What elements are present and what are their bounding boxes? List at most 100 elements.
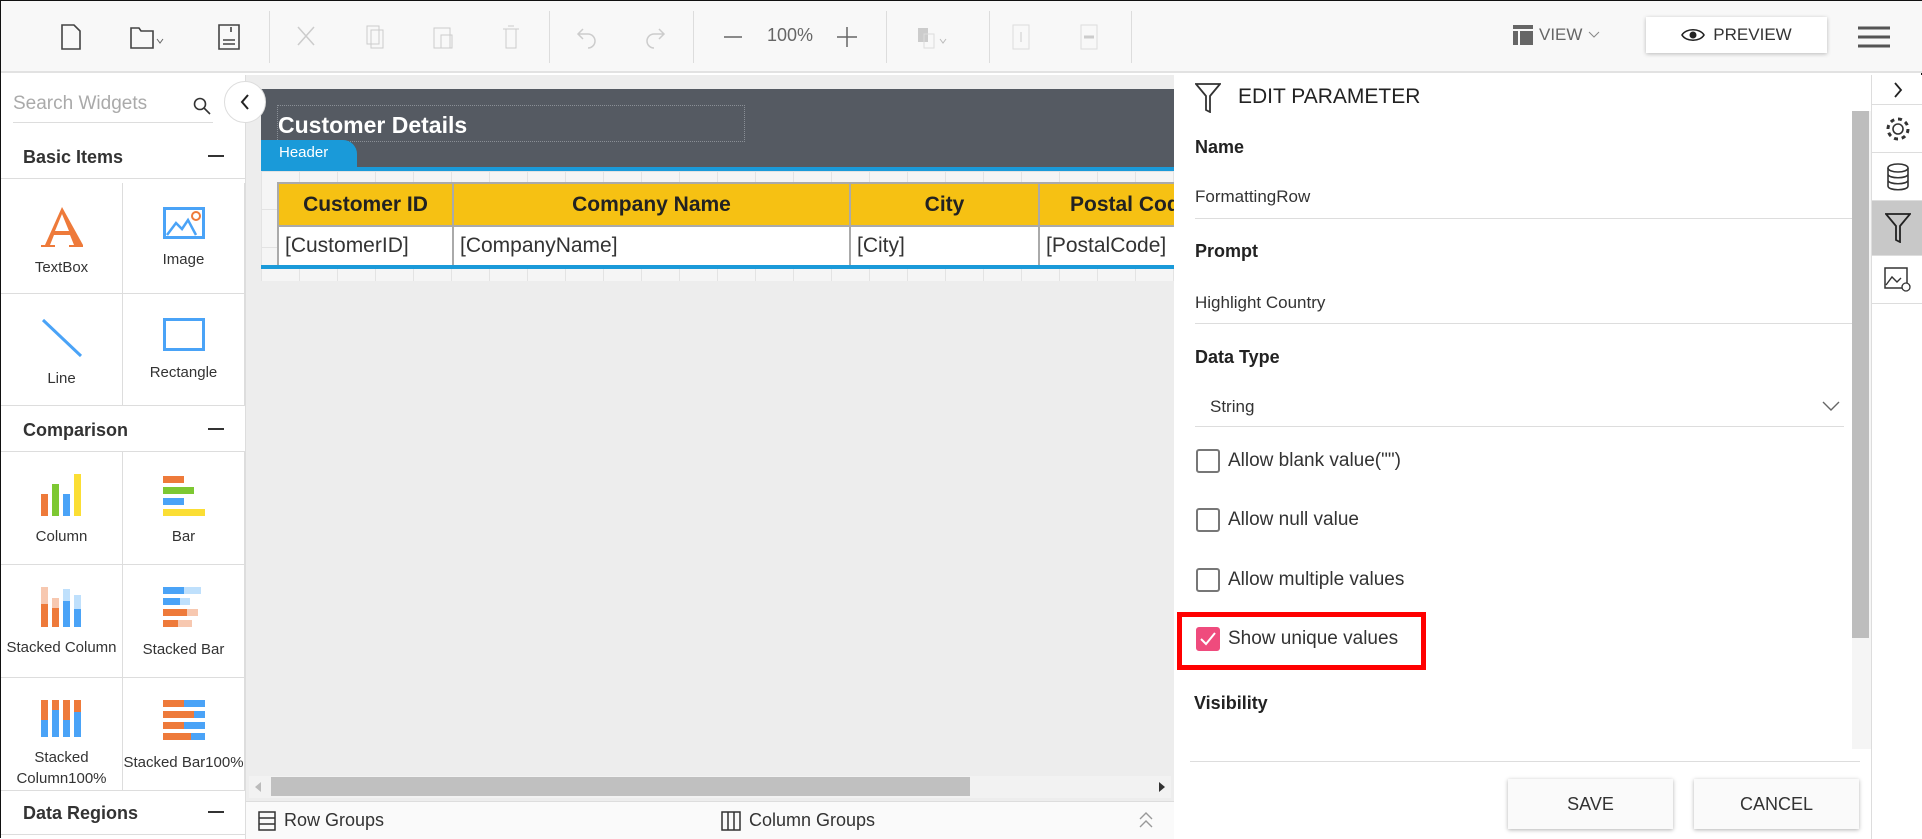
open-folder-icon[interactable]	[129, 19, 165, 55]
widget-stacked-column100[interactable]: Stacked Column100%	[1, 678, 123, 791]
widget-image[interactable]: Image	[123, 183, 245, 294]
prompt-input[interactable]: Highlight Country	[1195, 293, 1325, 313]
gear-icon	[1886, 117, 1910, 140]
checkbox[interactable]	[1196, 508, 1220, 532]
properties-tab[interactable]	[1872, 105, 1922, 153]
widget-rectangle[interactable]: Rectangle	[123, 294, 245, 406]
search-input[interactable]: Search Widgets	[13, 89, 213, 123]
data-tab[interactable]	[1872, 153, 1922, 201]
properties-strip	[1871, 75, 1922, 839]
collapse-sidebar-button[interactable]	[224, 81, 266, 123]
view-dropdown[interactable]: VIEW	[1513, 25, 1600, 45]
data-cell[interactable]: [PostalCode]	[1037, 225, 1194, 267]
widget-stacked-bar100[interactable]: Stacked Bar100%	[123, 678, 245, 791]
search-icon[interactable]	[193, 97, 211, 115]
undo-icon[interactable]	[569, 19, 605, 55]
column-groups-icon	[721, 810, 741, 831]
menu-icon[interactable]	[1854, 19, 1894, 55]
search-placeholder: Search Widgets	[13, 93, 148, 114]
widget-textbox[interactable]: TextBox	[1, 183, 123, 294]
row-groups-icon	[258, 810, 276, 831]
insert-row-icon[interactable]	[1003, 19, 1039, 55]
name-input[interactable]: FormattingRow	[1195, 187, 1310, 207]
save-icon[interactable]	[211, 19, 247, 55]
section-basic-items[interactable]: Basic Items	[1, 135, 246, 179]
widget-sidebar: Search Widgets Basic Items TextBox Image…	[1, 75, 246, 839]
zoom-in-icon[interactable]	[829, 19, 865, 55]
expand-up-icon[interactable]	[1139, 812, 1153, 828]
stacked-bar100-icon	[162, 700, 205, 740]
header-cell[interactable]: Company Name	[452, 182, 851, 227]
stacked-bar-icon	[162, 587, 201, 627]
header-cell[interactable]: City	[849, 182, 1040, 227]
image-manager-tab[interactable]	[1872, 256, 1922, 304]
section-title: Comparison	[23, 420, 129, 440]
preview-button[interactable]: PREVIEW	[1646, 17, 1827, 53]
header-cell[interactable]: Postal Code	[1037, 182, 1194, 227]
panel-title: EDIT PARAMETER	[1238, 85, 1421, 108]
visibility-label: Visibility	[1194, 693, 1268, 713]
collapse-icon[interactable]	[208, 428, 224, 430]
widget-line[interactable]: Line	[1, 294, 123, 406]
header-cell[interactable]: Customer ID	[277, 182, 454, 227]
widget-label: Column	[35, 528, 88, 545]
filter-icon	[1885, 213, 1911, 243]
line-icon	[41, 318, 82, 358]
delete-row-icon[interactable]	[1071, 19, 1107, 55]
scroll-left-icon[interactable]	[255, 782, 261, 792]
delete-icon[interactable]	[493, 19, 529, 55]
checkbox[interactable]	[1196, 568, 1220, 592]
allow-blank-checkbox[interactable]: Allow blank value("")	[1196, 449, 1401, 473]
column-groups-button[interactable]: Column Groups	[721, 810, 875, 831]
report-table[interactable]: Customer ID Company Name City Postal Cod…	[277, 182, 1194, 267]
chevron-down-icon	[1822, 401, 1840, 411]
redo-icon[interactable]	[637, 19, 673, 55]
allow-null-checkbox[interactable]: Allow null value	[1196, 508, 1359, 532]
collapse-icon[interactable]	[208, 155, 224, 157]
save-button[interactable]: SAVE	[1508, 779, 1673, 829]
widget-stacked-column[interactable]: Stacked Column	[1, 565, 123, 678]
scrollbar-thumb[interactable]	[271, 777, 970, 796]
data-cell[interactable]: [City]	[849, 225, 1040, 267]
widget-column[interactable]: Column	[1, 452, 123, 565]
header-tab[interactable]: Header	[261, 140, 357, 167]
image-icon	[162, 207, 205, 239]
widget-label: Stacked Column100%	[16, 748, 107, 788]
parameters-tab[interactable]	[1872, 201, 1922, 256]
cut-icon[interactable]	[288, 19, 324, 55]
checkbox[interactable]	[1196, 449, 1220, 473]
data-type-dropdown[interactable]: String	[1195, 377, 1844, 427]
widget-label: Stacked Bar	[142, 641, 225, 658]
scrollbar-thumb[interactable]	[1852, 111, 1869, 638]
align-icon[interactable]	[915, 19, 951, 55]
widget-stacked-bar[interactable]: Stacked Bar	[123, 565, 245, 678]
paste-icon[interactable]	[425, 19, 461, 55]
report-title-textbox[interactable]: Customer Details	[277, 105, 745, 142]
vertical-scrollbar[interactable]	[1852, 111, 1871, 749]
image-settings-icon	[1884, 266, 1911, 292]
checkbox-label: Allow blank value("")	[1228, 450, 1401, 471]
data-cell[interactable]: [CompanyName]	[452, 225, 851, 267]
checkbox-label: Allow null value	[1228, 509, 1359, 530]
section-data-regions[interactable]: Data Regions	[1, 791, 246, 835]
database-icon	[1887, 162, 1909, 191]
cancel-button[interactable]: CANCEL	[1694, 779, 1859, 829]
name-label: Name	[1195, 137, 1245, 157]
allow-multiple-checkbox[interactable]: Allow multiple values	[1196, 568, 1404, 592]
row-groups-button[interactable]: Row Groups	[258, 810, 384, 831]
eye-icon	[1681, 28, 1706, 42]
collapse-icon[interactable]	[208, 811, 224, 813]
stacked-column100-icon	[40, 700, 81, 737]
new-file-icon[interactable]	[53, 19, 89, 55]
copy-icon[interactable]	[357, 19, 393, 55]
bar-chart-icon	[162, 476, 205, 516]
section-comparison[interactable]: Comparison	[1, 408, 246, 452]
expand-panel-button[interactable]	[1872, 75, 1922, 105]
data-cell[interactable]: [CustomerID]	[277, 225, 454, 267]
widget-bar[interactable]: Bar	[123, 452, 245, 565]
scroll-right-icon[interactable]	[1159, 782, 1165, 792]
zoom-out-icon[interactable]	[715, 19, 751, 55]
preview-label: PREVIEW	[1713, 25, 1792, 44]
highlight-box	[1177, 612, 1426, 670]
widget-label: Rectangle	[149, 364, 218, 381]
